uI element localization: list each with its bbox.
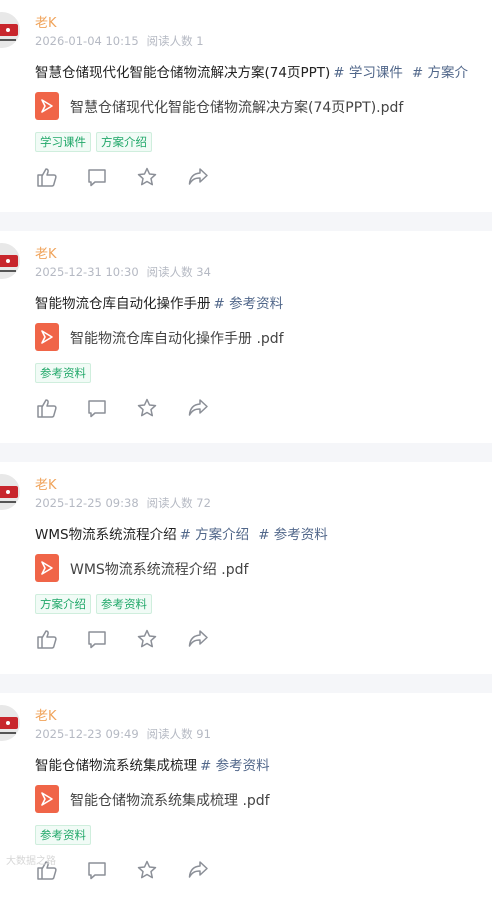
post-card[interactable]: 老K 2025-12-23 09:49 阅读人数 91 智能仓储物流系统集成梳理 #… [0,693,492,905]
tag-chip[interactable]: 学习课件 [35,132,91,152]
avatar[interactable] [0,12,20,48]
tag-chips: 参考资料 [35,362,96,383]
favorite-icon[interactable] [136,628,158,650]
like-icon[interactable] [36,166,58,188]
hashtag[interactable]: # 学习课件 [333,65,403,81]
post-date: 2025-12-23 09:49 [35,727,139,741]
like-icon[interactable] [36,628,58,650]
hashtag[interactable]: # 方案介 [412,65,468,81]
title-text: 智能仓储物流系统集成梳理 [35,758,197,774]
share-icon[interactable] [187,166,209,188]
post-title[interactable]: 智能物流仓库自动化操作手册 # 参考资料 [35,292,289,312]
author-name[interactable]: 老K [35,474,57,493]
tag-chips: 参考资料 [35,824,96,845]
post-meta: 2025-12-31 10:30 阅读人数 34 [35,264,211,280]
post-meta: 2026-01-04 10:15 阅读人数 1 [35,33,204,49]
pdf-file-icon [35,554,59,582]
avatar[interactable] [0,243,20,279]
pdf-file-icon [35,92,59,120]
watermark: 大数据之路 [6,856,56,867]
comment-icon[interactable] [86,628,108,650]
title-text: WMS物流系统流程介绍 [35,527,177,543]
author-name[interactable]: 老K [35,12,57,31]
favorite-icon[interactable] [136,859,158,881]
avatar[interactable] [0,705,20,741]
favorite-icon[interactable] [136,166,158,188]
tag-chips: 学习课件 方案介绍 [35,131,157,152]
tag-chip[interactable]: 参考资料 [35,363,91,383]
title-text: 智慧仓储现代化智能仓储物流解决方案(74页PPT) [35,65,331,81]
view-count: 阅读人数 72 [146,496,211,510]
comment-icon[interactable] [86,166,108,188]
author-name[interactable]: 老K [35,243,57,262]
share-icon[interactable] [187,397,209,419]
view-count: 阅读人数 91 [146,727,211,741]
share-icon[interactable] [187,628,209,650]
tag-chips: 方案介绍 参考资料 [35,593,157,614]
post-date: 2025-12-25 09:38 [35,496,139,510]
post-separator [0,212,492,231]
post-card[interactable]: 老K 2025-12-31 10:30 阅读人数 34 智能物流仓库自动化操作手册… [0,231,492,443]
post-feed: 老K 2026-01-04 10:15 阅读人数 1 智慧仓储现代化智能仓储物流解… [0,0,492,905]
tag-chip[interactable]: 参考资料 [96,594,152,614]
attachment-name: 智慧仓储现代化智能仓储物流解决方案(74页PPT).pdf [70,100,404,116]
attachment-name: WMS物流系统流程介绍 .pdf [70,562,249,578]
post-date: 2026-01-04 10:15 [35,34,139,48]
pdf-file-icon [35,323,59,351]
post-card[interactable]: 老K 2025-12-25 09:38 阅读人数 72 WMS物流系统流程介绍 # … [0,462,492,674]
tag-chip[interactable]: 参考资料 [35,825,91,845]
post-separator [0,674,492,693]
avatar[interactable] [0,474,20,510]
comment-icon[interactable] [86,397,108,419]
favorite-icon[interactable] [136,397,158,419]
post-meta: 2025-12-25 09:38 阅读人数 72 [35,495,211,511]
hashtag[interactable]: # 方案介绍 [180,527,250,543]
like-icon[interactable] [36,397,58,419]
pdf-file-icon [35,785,59,813]
author-name[interactable]: 老K [35,705,57,724]
view-count: 阅读人数 1 [146,34,204,48]
post-separator [0,443,492,462]
post-card[interactable]: 老K 2026-01-04 10:15 阅读人数 1 智慧仓储现代化智能仓储物流解… [0,0,492,212]
title-text: 智能物流仓库自动化操作手册 [35,296,211,312]
post-title[interactable]: 智慧仓储现代化智能仓储物流解决方案(74页PPT) # 学习课件 # 方案介 [35,61,474,81]
share-icon[interactable] [187,859,209,881]
tag-chip[interactable]: 方案介绍 [96,132,152,152]
hashtag[interactable]: # 参考资料 [200,758,270,774]
hashtag[interactable]: # 参考资料 [214,296,284,312]
post-title[interactable]: WMS物流系统流程介绍 # 方案介绍 # 参考资料 [35,523,334,543]
post-title[interactable]: 智能仓储物流系统集成梳理 # 参考资料 [35,754,276,774]
tag-chip[interactable]: 方案介绍 [35,594,91,614]
attachment-name: 智能物流仓库自动化操作手册 .pdf [70,331,284,347]
attachment-name: 智能仓储物流系统集成梳理 .pdf [70,793,270,809]
view-count: 阅读人数 34 [146,265,211,279]
post-meta: 2025-12-23 09:49 阅读人数 91 [35,726,211,742]
hashtag[interactable]: # 参考资料 [258,527,328,543]
comment-icon[interactable] [86,859,108,881]
post-date: 2025-12-31 10:30 [35,265,139,279]
